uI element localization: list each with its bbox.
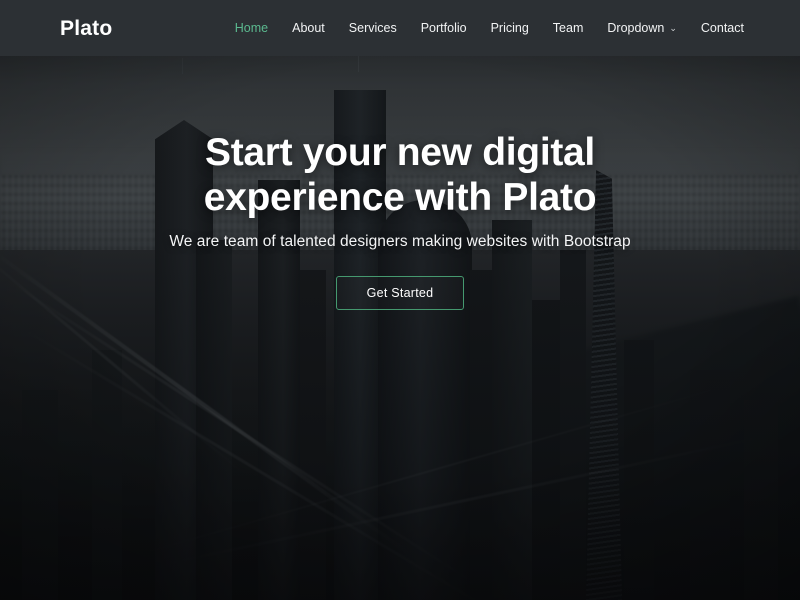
nav-links: Home About Services Portfolio Pricing Te… bbox=[223, 22, 756, 35]
main-navbar: Plato Home About Services Portfolio Pric… bbox=[0, 0, 800, 56]
nav-link-label: Pricing bbox=[490, 20, 529, 35]
nav-link-services[interactable]: Services bbox=[337, 22, 409, 35]
hero-content: Start your new digital experience with P… bbox=[0, 0, 800, 600]
nav-link-dropdown[interactable]: Dropdown ⌄ bbox=[595, 22, 689, 35]
nav-link-label: Home bbox=[234, 20, 269, 35]
chevron-down-icon: ⌄ bbox=[669, 22, 677, 33]
nav-link-label: Dropdown bbox=[607, 20, 665, 35]
hero-section: Plato Home About Services Portfolio Pric… bbox=[0, 0, 800, 600]
brand-logo[interactable]: Plato bbox=[60, 18, 112, 39]
nav-link-team[interactable]: Team bbox=[541, 22, 596, 35]
nav-link-pricing[interactable]: Pricing bbox=[479, 22, 541, 35]
nav-link-label: Contact bbox=[700, 20, 744, 35]
hero-headline: Start your new digital experience with P… bbox=[203, 130, 597, 219]
nav-link-label: About bbox=[292, 20, 325, 35]
nav-link-label: Portfolio bbox=[420, 20, 467, 35]
nav-link-portfolio[interactable]: Portfolio bbox=[409, 22, 479, 35]
nav-link-contact[interactable]: Contact bbox=[689, 22, 756, 35]
nav-link-home[interactable]: Home bbox=[223, 22, 280, 35]
nav-link-about[interactable]: About bbox=[280, 22, 337, 35]
get-started-button[interactable]: Get Started bbox=[335, 275, 465, 311]
nav-link-label: Services bbox=[348, 20, 397, 35]
hero-subheadline: We are team of talented designers making… bbox=[169, 232, 631, 250]
nav-link-label: Team bbox=[552, 20, 584, 35]
